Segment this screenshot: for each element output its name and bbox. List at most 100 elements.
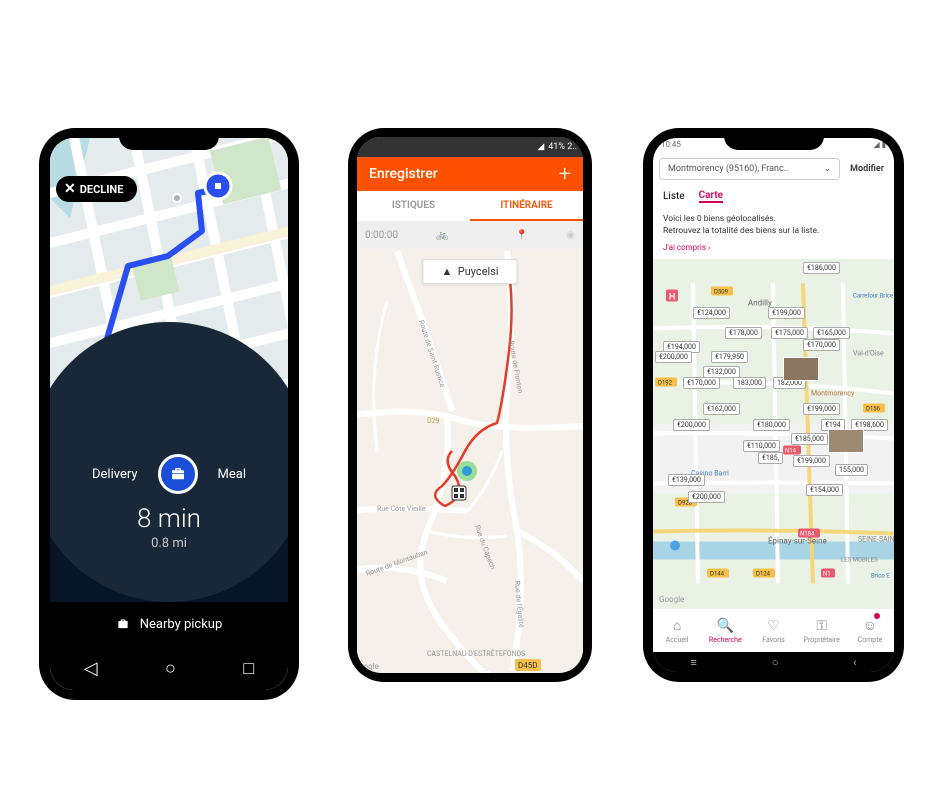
property-thumbnail[interactable] (783, 357, 819, 381)
svg-text:D144: D144 (710, 570, 725, 577)
nav-owner[interactable]: ⚿Propriétaire (798, 609, 846, 652)
map-svg: Route de Saint-Rustice Rue Côte Vieille … (357, 249, 583, 673)
view-map[interactable]: Carte (699, 190, 724, 203)
recents-icon[interactable]: ≡ (690, 656, 696, 669)
briefcase-icon[interactable] (158, 454, 198, 494)
price-marker[interactable]: €199,000 (803, 403, 840, 415)
bike-icon[interactable]: 🚲 (436, 230, 448, 241)
tab-route-label: ITINÉRAIRE (500, 200, 552, 211)
tab-stats-label: ISTIQUES (392, 200, 435, 211)
price-marker[interactable]: €175,000 (771, 327, 808, 339)
price-marker[interactable]: 155,000 (835, 464, 868, 476)
svg-text:D45D: D45D (518, 661, 538, 670)
svg-text:D124: D124 (756, 570, 771, 577)
svg-text:Montmorency: Montmorency (811, 389, 855, 397)
info-message: Voici les 0 biens géolocalisés. Retrouve… (653, 208, 894, 259)
modify-button[interactable]: Modifier (846, 164, 888, 174)
phone-notch (119, 128, 219, 150)
svg-text:CASTELNAU-D'ESTRÉTEFONDS: CASTELNAU-D'ESTRÉTEFONDS (427, 649, 525, 658)
svg-text:D192: D192 (658, 379, 673, 386)
price-marker[interactable]: €200,000 (688, 491, 725, 503)
status-bar: ◢ 41% 2.. (357, 137, 583, 157)
nav-search[interactable]: 🔍Recherche (701, 609, 749, 652)
recents-icon[interactable]: □ (243, 658, 254, 679)
svg-text:Carrefour Brice Sous: Carrefour Brice Sous (853, 292, 894, 299)
nav-home-label: Accueil (666, 636, 689, 644)
svg-text:D29: D29 (427, 417, 440, 425)
home-icon[interactable]: ○ (165, 658, 176, 679)
price-marker[interactable]: €200,000 (655, 351, 692, 363)
msg-line1: Voici les 0 biens géolocalisés. (663, 214, 884, 226)
price-marker[interactable]: €162,000 (703, 403, 740, 415)
nearby-label: Nearby pickup (140, 617, 223, 632)
nav-home[interactable]: ⌂ Accueil (653, 609, 701, 652)
svg-text:Val-d'Oise: Val-d'Oise (853, 349, 884, 357)
meal-label: Meal (218, 467, 246, 482)
msg-line2: Retrouvez la totalité des biens sur la l… (663, 226, 884, 238)
destination-label: Puycelsi (458, 265, 499, 278)
svg-text:N14: N14 (785, 447, 797, 454)
tab-route[interactable]: ITINÉRAIRE (470, 191, 583, 221)
price-marker[interactable]: €199,000 (768, 307, 805, 319)
price-marker[interactable]: €180,000 (753, 419, 790, 431)
price-marker[interactable]: €186,000 (803, 262, 840, 274)
home-icon: ⌂ (673, 617, 681, 634)
price-marker[interactable]: €199,000 (793, 455, 830, 467)
decline-button[interactable]: ✕ DECLINE (56, 176, 137, 202)
price-marker[interactable]: €124,000 (693, 307, 730, 319)
price-marker[interactable]: €185,000 (791, 433, 828, 445)
view-toggle: Liste Carte (653, 184, 894, 208)
filter-bar: Montmorency (95160), Franc.. ⌄ Modifier (653, 154, 894, 184)
msg-link[interactable]: J'ai compris › (663, 242, 884, 253)
status-time: 10:45 (661, 140, 681, 154)
svg-text:H: H (669, 292, 675, 302)
price-marker[interactable]: €185, (758, 452, 783, 464)
phone-realestate: 10:45 ◢ ▮ Montmorency (95160), Franc.. ⌄… (643, 128, 904, 682)
price-marker[interactable]: €170,000 (683, 377, 720, 389)
map-background[interactable]: Route de Saint-Rustice Rue Côte Vieille … (357, 249, 583, 673)
phone-screen: ✕ DECLINE Delivery Meal 8 min 0.8 mi Nea… (50, 138, 288, 690)
price-marker[interactable]: €178,000 (725, 327, 762, 339)
notification-badge (874, 613, 880, 619)
phone-delivery: ✕ DECLINE Delivery Meal 8 min 0.8 mi Nea… (39, 128, 299, 700)
back-icon[interactable]: ‹ (853, 656, 856, 669)
svg-text:D156: D156 (866, 405, 881, 412)
decline-label: DECLINE (80, 183, 124, 196)
svg-text:Rue Côte Vieille: Rue Côte Vieille (377, 505, 426, 513)
price-marker[interactable]: €170,000 (803, 339, 840, 351)
back-icon[interactable]: ◁ (84, 658, 98, 679)
chevron-down-icon: ⌄ (824, 164, 832, 174)
price-marker[interactable]: €154,000 (806, 484, 843, 496)
price-marker[interactable]: €165,000 (813, 327, 850, 339)
home-icon[interactable]: ○ (772, 656, 779, 669)
tab-stats[interactable]: ISTIQUES (357, 191, 470, 221)
status-bar: 10:45 ◢ ▮ (653, 138, 894, 154)
battery-text: 41% 2.. (548, 142, 577, 152)
price-marker[interactable]: €139,000 (668, 474, 705, 486)
close-icon: ✕ (64, 182, 76, 196)
svg-text:Épinay-sur-Seine: Épinay-sur-Seine (768, 536, 827, 545)
destination-chip[interactable]: ▲ Puycelsi (422, 259, 517, 284)
location-dropdown[interactable]: Montmorency (95160), Franc.. ⌄ (659, 158, 840, 180)
broadcast-icon[interactable]: ◉ (566, 230, 575, 241)
category-row: Delivery Meal (50, 454, 288, 494)
price-marker[interactable]: 183,000 (733, 377, 766, 389)
direction-icon: ▲ (441, 265, 452, 278)
add-button[interactable]: + (559, 162, 571, 187)
view-list[interactable]: Liste (663, 191, 685, 202)
price-marker[interactable]: €200,000 (673, 419, 710, 431)
nearby-pickup-button[interactable]: Nearby pickup (50, 602, 288, 646)
price-marker[interactable]: €179,950 (711, 351, 748, 363)
nav-favs[interactable]: ♡Favoris (749, 609, 797, 652)
price-marker[interactable]: €110,000 (743, 440, 780, 452)
svg-text:Brico E: Brico E (871, 572, 890, 579)
property-map[interactable]: H Andilly Carrefour Brice Sous Val-d'Ois… (653, 259, 894, 608)
status-icons: ◢ ▮ (873, 140, 886, 154)
svg-text:oogle: oogle (359, 662, 379, 671)
pin-icon[interactable]: 📍 (516, 230, 528, 241)
svg-text:SEINE-SAINT: SEINE-SAINT (858, 535, 894, 543)
property-thumbnail[interactable] (828, 429, 864, 453)
nav-account[interactable]: ☺Compte (846, 609, 894, 652)
search-icon: 🔍 (717, 618, 734, 634)
phone-tracker: ◢ 41% 2.. Enregistrer + ISTIQUES ITINÉRA… (348, 128, 592, 682)
